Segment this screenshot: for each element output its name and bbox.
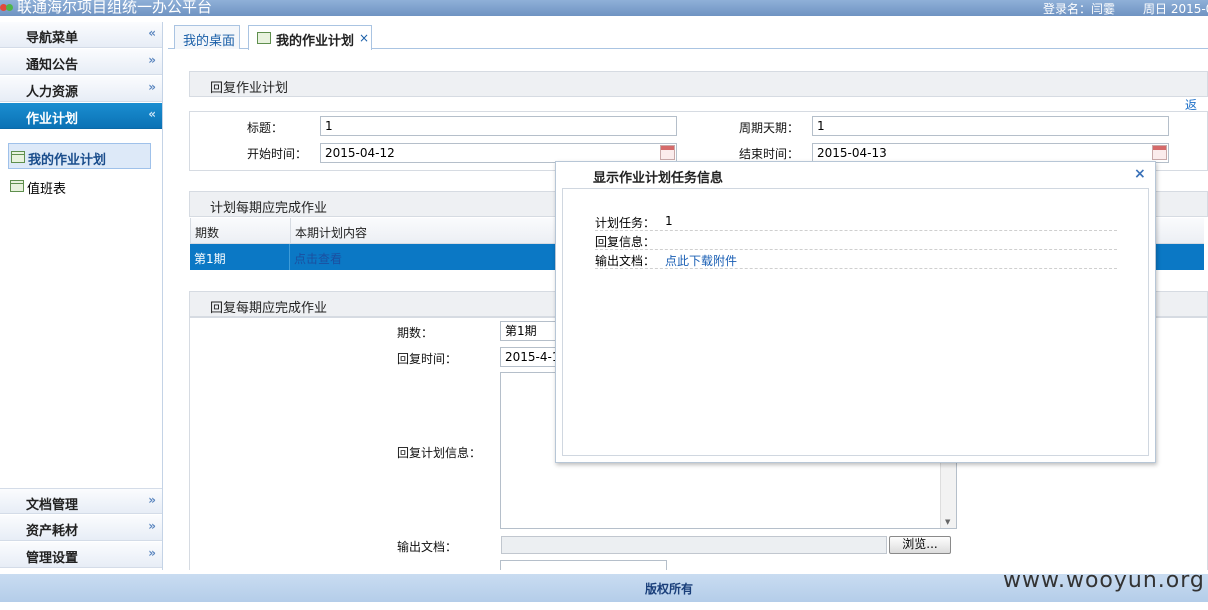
tab-label: 我的桌面 — [183, 34, 236, 49]
collapse-icon[interactable]: « — [148, 26, 156, 40]
close-icon[interactable]: × — [359, 31, 369, 45]
info-key: 输出文档： — [595, 254, 656, 268]
watermark: www.wooyun.org — [1003, 568, 1205, 593]
download-attachment-link[interactable]: 点此下载附件 — [665, 252, 737, 269]
column-header-period: 期数 — [195, 226, 220, 240]
file-path-field[interactable] — [501, 536, 887, 554]
sidebar-section-label: 通知公告 — [26, 58, 79, 73]
reply-plan-header: 回复作业计划 — [189, 71, 1208, 97]
info-key: 计划任务： — [595, 216, 656, 230]
info-value: 1 — [665, 214, 673, 228]
tab-label: 我的作业计划 — [276, 34, 355, 49]
app-logo-icon — [0, 1, 16, 13]
current-date: 周日 2015-0 — [1143, 2, 1208, 16]
dialog-body: 计划任务： 1 回复信息： 输出文档： 点此下载附件 — [562, 188, 1149, 456]
start-time-field[interactable]: 2015-04-12 — [320, 143, 677, 163]
title-label: 标题： — [247, 121, 284, 135]
section-title: 回复作业计划 — [210, 81, 289, 96]
end-time-field[interactable]: 2015-04-13 — [812, 143, 1169, 163]
sidebar-section-nav-menu[interactable]: 导航菜单 « — [0, 22, 162, 48]
period-days-field[interactable]: 1 — [812, 116, 1169, 136]
tab-bar: 我的桌面 我的作业计划 × — [168, 22, 1208, 50]
expand-icon[interactable]: » — [148, 53, 156, 67]
period-label: 期数： — [397, 326, 434, 340]
sidebar: 导航菜单 « 通知公告 » 人力资源 » 作业计划 « 我的作业计划 值班表 文… — [0, 22, 163, 570]
collapse-icon[interactable]: « — [148, 107, 156, 121]
expand-icon[interactable]: » — [148, 80, 156, 94]
section-title: 计划每期应完成作业 — [210, 201, 328, 216]
sidebar-section-hr[interactable]: 人力资源 » — [0, 76, 162, 102]
output-doc-label: 输出文档： — [397, 540, 458, 554]
sidebar-section-notices[interactable]: 通知公告 » — [0, 49, 162, 75]
top-bar: 联通海尔项目组统一办公平台 登录名：闫霎 周日 2015-0 — [0, 0, 1208, 16]
app-title: 联通海尔项目组统一办公平台 — [17, 0, 213, 16]
sidebar-item-my-work-plan[interactable]: 我的作业计划 — [8, 143, 151, 169]
period-cell: 第1期 — [194, 252, 226, 266]
copyright-text: 版权所有 — [645, 582, 694, 596]
expand-icon[interactable]: » — [148, 493, 156, 507]
sidebar-section-work-plan[interactable]: 作业计划 « — [0, 103, 162, 129]
column-header-content: 本期计划内容 — [295, 226, 368, 240]
reply-info-label: 回复计划信息： — [397, 446, 482, 460]
sidebar-section-label: 资产耗材 — [26, 524, 79, 539]
calendar-grid-icon — [257, 32, 271, 44]
sidebar-section-settings[interactable]: 管理设置 » — [0, 542, 162, 568]
tab-my-desktop[interactable]: 我的桌面 — [174, 25, 240, 49]
sidebar-item-label: 值班表 — [27, 182, 67, 197]
sidebar-section-docs[interactable]: 文档管理 » — [0, 488, 162, 514]
sidebar-section-label: 作业计划 — [26, 112, 79, 127]
calendar-grid-icon — [10, 180, 24, 192]
sidebar-section-label: 文档管理 — [26, 498, 79, 513]
close-icon[interactable]: × — [1134, 166, 1146, 182]
dialog-header: 显示作业计划任务信息 × — [556, 162, 1155, 188]
expand-icon[interactable]: » — [148, 519, 156, 533]
info-row-reply: 回复信息： — [595, 231, 1117, 250]
calendar-icon[interactable] — [1152, 145, 1167, 160]
calendar-icon[interactable] — [660, 145, 675, 160]
partial-field[interactable] — [500, 560, 667, 570]
login-user: 登录名：闫霎 — [1043, 2, 1116, 16]
tab-my-work-plan[interactable]: 我的作业计划 × — [248, 25, 372, 50]
sidebar-section-label: 导航菜单 — [26, 31, 79, 46]
sidebar-item-label: 我的作业计划 — [28, 153, 107, 168]
sidebar-section-label: 人力资源 — [26, 85, 79, 100]
sidebar-section-label: 管理设置 — [26, 551, 79, 566]
browse-button[interactable]: 浏览... — [889, 536, 951, 554]
end-time-label: 结束时间： — [739, 147, 800, 161]
title-field[interactable]: 1 — [320, 116, 677, 136]
period-field[interactable]: 第1期 — [500, 321, 560, 341]
reply-time-field[interactable]: 2015-4-1 — [500, 347, 560, 367]
info-row-plan-task: 计划任务： 1 — [595, 212, 1117, 231]
info-row-output-doc: 输出文档： 点此下载附件 — [595, 250, 1117, 269]
task-info-dialog: 显示作业计划任务信息 × 计划任务： 1 回复信息： 输出文档： 点此下载附件 — [555, 161, 1156, 463]
info-key: 回复信息： — [595, 235, 656, 249]
period-days-label: 周期天期： — [739, 121, 800, 135]
start-time-label: 开始时间： — [247, 147, 308, 161]
reply-time-label: 回复时间： — [397, 352, 458, 366]
sidebar-item-duty-table[interactable]: 值班表 — [8, 173, 151, 199]
view-content-link[interactable]: 点击查看 — [294, 250, 342, 267]
section-title: 回复每期应完成作业 — [210, 301, 328, 316]
calendar-grid-icon — [11, 151, 25, 163]
sidebar-section-assets[interactable]: 资产耗材 » — [0, 515, 162, 541]
expand-icon[interactable]: » — [148, 546, 156, 560]
dialog-title: 显示作业计划任务信息 — [593, 171, 724, 186]
